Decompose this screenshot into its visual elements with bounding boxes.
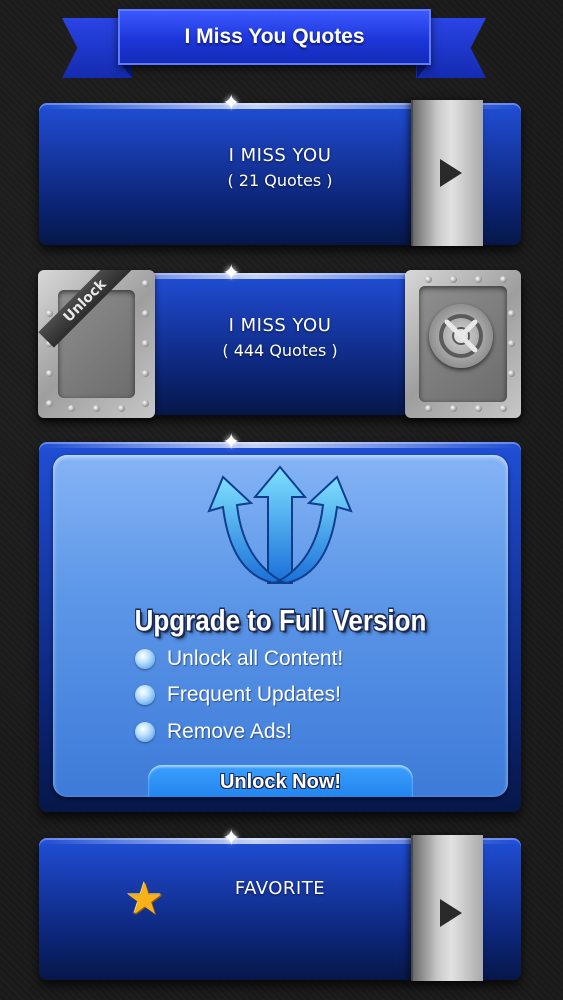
feature-item: Unlock all Content! [135, 647, 343, 671]
bullet-icon [135, 649, 155, 669]
rivet [142, 310, 149, 317]
feature-item: Frequent Updates! [135, 683, 341, 707]
feature-label: Remove Ads! [167, 720, 292, 743]
bullet-icon [135, 722, 155, 742]
rivet [500, 276, 507, 283]
upgrade-arrows-icon [207, 465, 353, 585]
upgrade-title: Upgrade to Full Version [134, 602, 427, 638]
rivet [142, 280, 149, 287]
rivet [450, 405, 457, 412]
rivet [46, 310, 53, 317]
feature-label: Unlock all Content! [167, 647, 344, 670]
rivet [46, 400, 53, 407]
rivet [508, 340, 515, 347]
rivet [142, 370, 149, 377]
rivet [425, 405, 432, 412]
unlock-now-button[interactable]: Unlock Now! [148, 765, 413, 797]
rivet [142, 340, 149, 347]
play-icon [440, 159, 462, 187]
rivet [68, 405, 75, 412]
panel-shine [39, 442, 521, 448]
sparkle-icon: ✦ [222, 826, 241, 851]
vault-icon [429, 304, 493, 368]
feature-label: Frequent Updates! [167, 683, 341, 706]
locked-door-panel[interactable]: Unlock [38, 270, 155, 418]
rivet [450, 276, 457, 283]
favorite-play-button[interactable] [411, 835, 483, 981]
rivet [475, 405, 482, 412]
rivet [118, 405, 125, 412]
page-title: I Miss You Quotes [184, 25, 365, 48]
upgrade-card[interactable]: Upgrade to Full Version Unlock all Conte… [53, 455, 508, 797]
rivet [46, 370, 53, 377]
sparkle-icon: ✦ [222, 91, 241, 116]
vault-panel[interactable] [405, 270, 521, 418]
rivet [475, 276, 482, 283]
rivet [93, 405, 100, 412]
bullet-icon [135, 685, 155, 705]
play-icon [440, 899, 462, 927]
play-button[interactable] [411, 100, 483, 246]
title-banner: I Miss You Quotes [118, 9, 431, 65]
rivet [508, 370, 515, 377]
sparkle-icon: ✦ [222, 430, 241, 455]
favorite-card[interactable]: ✦ ★ FAVORITE [39, 828, 521, 981]
rivet [142, 400, 149, 407]
unlock-now-label: Unlock Now! [219, 771, 342, 793]
rivet [500, 405, 507, 412]
feature-item: Remove Ads! [135, 720, 292, 744]
rivet [425, 276, 432, 283]
rivet [508, 310, 515, 317]
sparkle-icon: ✦ [222, 261, 241, 286]
category-card-1[interactable]: ✦ I MISS YOU ( 21 Quotes ) [39, 93, 521, 246]
